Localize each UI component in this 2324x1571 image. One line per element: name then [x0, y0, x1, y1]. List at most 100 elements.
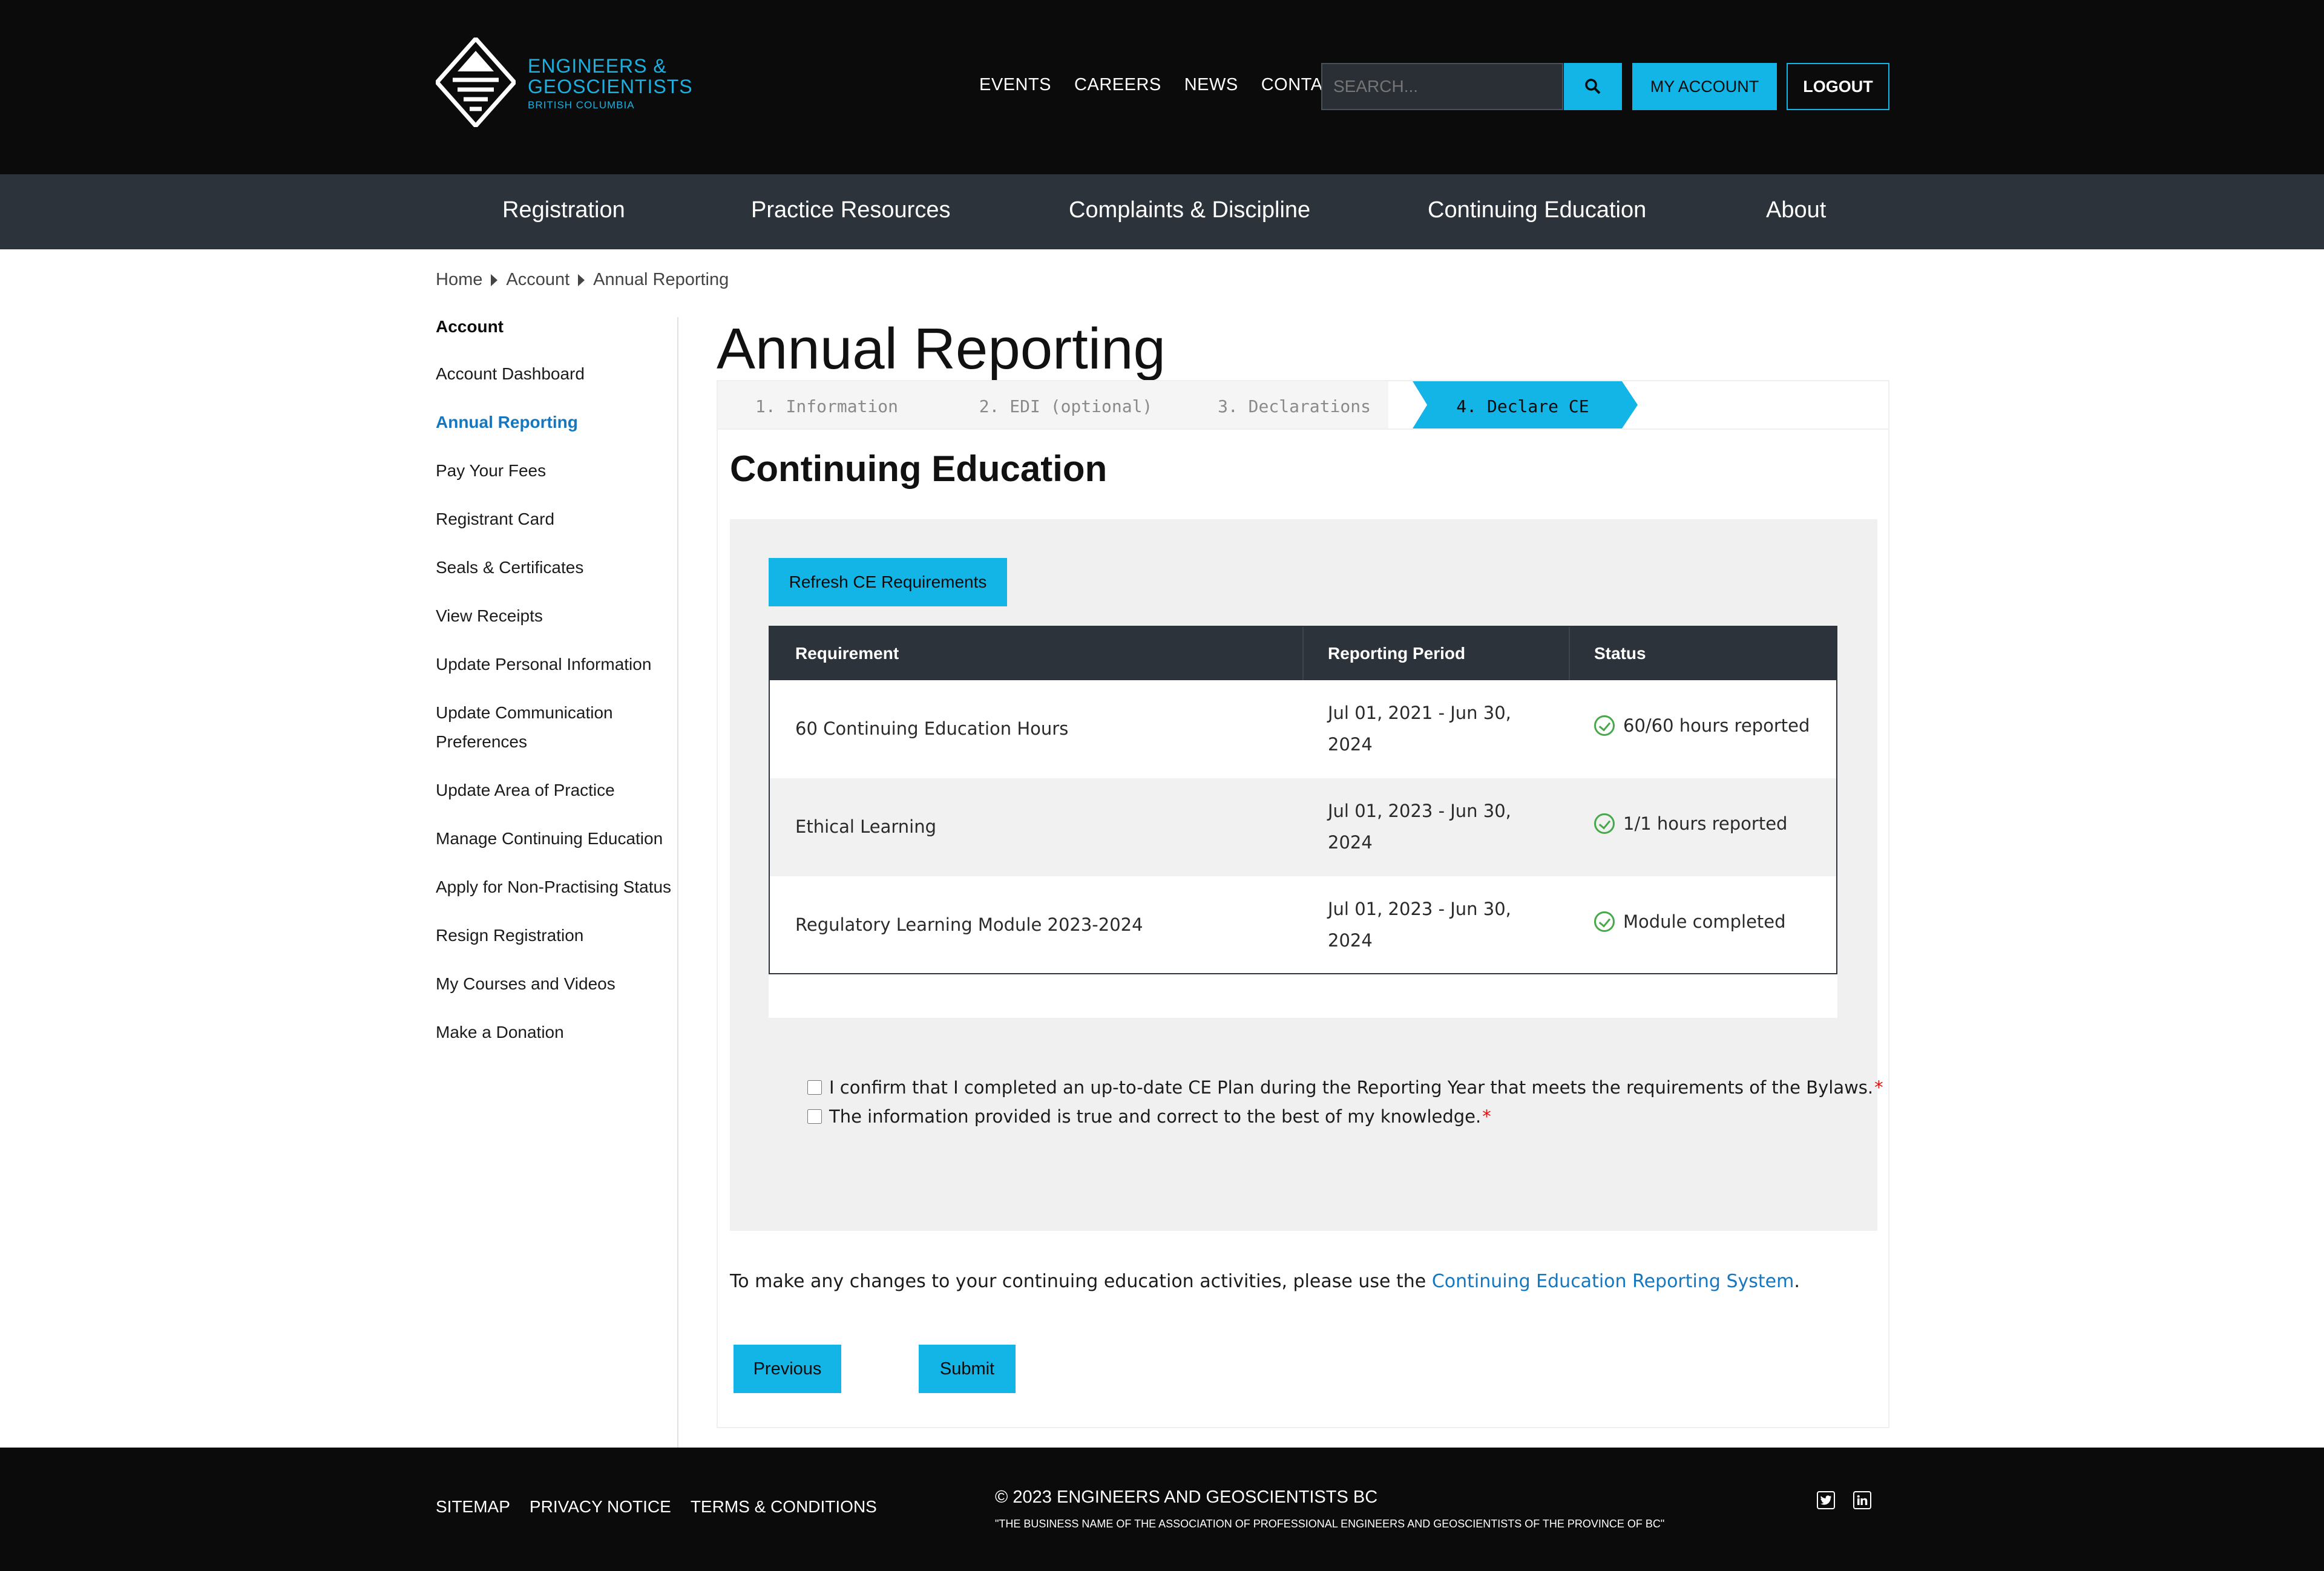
footer-privacy[interactable]: PRIVACY NOTICE [530, 1497, 671, 1517]
top-header: ENGINEERS & GEOSCIENTISTS BRITISH COLUMB… [0, 0, 2324, 174]
col-reporting-period: Reporting Period [1328, 644, 1466, 663]
nav-careers[interactable]: CAREERS [1074, 75, 1161, 95]
logo-line-3: BRITISH COLUMBIA [528, 99, 635, 111]
copyright: © 2023 ENGINEERS AND GEOSCIENTISTS BC [995, 1487, 1378, 1507]
egbc-logo[interactable]: ENGINEERS & GEOSCIENTISTS BRITISH COLUMB… [436, 38, 692, 128]
step-edi[interactable]: 2. EDI (optional) [954, 382, 1178, 430]
period-line-2: 2024 [1328, 734, 1373, 755]
sidebar-item-area-of-practice[interactable]: Update Area of Practice [436, 776, 678, 805]
required-mark: * [1874, 1077, 1883, 1098]
confirm-info-true-checkbox[interactable] [807, 1109, 822, 1124]
sidebar-item-update-personal-info[interactable]: Update Personal Information [436, 650, 678, 679]
status-text: Module completed [1623, 911, 1786, 932]
section-title: Continuing Education [730, 448, 1108, 489]
sidebar-item-resign[interactable]: Resign Registration [436, 921, 678, 950]
linkedin-glyph [1857, 1495, 1868, 1505]
period-line-2: 2024 [1328, 930, 1373, 951]
check-circle-icon [1594, 911, 1615, 932]
confirm-info-true[interactable]: The information provided is true and cor… [807, 1106, 1491, 1127]
status-text: 60/60 hours reported [1623, 715, 1810, 736]
search-button[interactable] [1564, 63, 1622, 110]
progress-steps: 1. Information 2. EDI (optional) 3. Decl… [717, 380, 1889, 430]
search-input[interactable] [1321, 63, 1563, 110]
footer-sitemap[interactable]: SITEMAP [436, 1497, 510, 1517]
my-account-button[interactable]: MY ACCOUNT [1632, 63, 1777, 110]
step-declarations[interactable]: 3. Declarations [1190, 382, 1399, 430]
requirement-cell: Regulatory Learning Module 2023-2024 [795, 914, 1143, 935]
footer-links: SITEMAP PRIVACY NOTICE TERMS & CONDITION… [436, 1497, 877, 1517]
status-cell: Module completed [1594, 911, 1786, 932]
submit-button[interactable]: Submit [919, 1345, 1016, 1393]
main-nav: Registration Practice Resources Complain… [0, 174, 2324, 249]
sidebar-item-seals-certificates[interactable]: Seals & Certificates [436, 553, 678, 582]
sidebar-item-account-dashboard[interactable]: Account Dashboard [436, 359, 678, 389]
page-title: Annual Reporting [717, 316, 1166, 381]
nav-events[interactable]: EVENTS [979, 75, 1051, 95]
chevron-right-icon [491, 274, 498, 286]
confirm-info-true-text: The information provided is true and cor… [829, 1106, 1482, 1127]
requirement-cell: 60 Continuing Education Hours [795, 718, 1069, 739]
footer-tagline: "THE BUSINESS NAME OF THE ASSOCIATION OF… [995, 1518, 1665, 1530]
sidebar-item-annual-reporting[interactable]: Annual Reporting [436, 408, 678, 437]
logo-diamond-icon [436, 38, 516, 127]
breadcrumb-account[interactable]: Account [506, 270, 570, 290]
status-cell: 1/1 hours reported [1594, 813, 1787, 834]
logo-line-1: ENGINEERS & [528, 55, 667, 77]
table-row: Ethical Learning Jul 01, 2023 - Jun 30, 2… [770, 778, 1836, 876]
column-divider [1302, 627, 1304, 680]
search-icon [1585, 79, 1601, 94]
sidebar-item-non-practising[interactable]: Apply for Non-Practising Status [436, 873, 678, 902]
mainnav-complaints-discipline[interactable]: Complaints & Discipline [1069, 197, 1310, 223]
ce-changes-note: To make any changes to your continuing e… [730, 1271, 1800, 1292]
table-row: Regulatory Learning Module 2023-2024 Jul… [770, 876, 1836, 974]
sidebar-item-manage-ce[interactable]: Manage Continuing Education [436, 824, 678, 853]
status-cell: 60/60 hours reported [1594, 715, 1810, 736]
note-suffix: . [1794, 1271, 1800, 1292]
confirm-ce-plan[interactable]: I confirm that I completed an up-to-date… [807, 1077, 1883, 1098]
breadcrumb-home[interactable]: Home [436, 270, 482, 290]
sidebar-item-view-receipts[interactable]: View Receipts [436, 602, 678, 631]
sidebar-item-registrant-card[interactable]: Registrant Card [436, 505, 678, 534]
confirm-ce-plan-text: I confirm that I completed an up-to-date… [829, 1077, 1874, 1098]
period-line-1: Jul 01, 2023 - Jun 30, [1328, 801, 1511, 821]
confirm-ce-plan-checkbox[interactable] [807, 1080, 822, 1095]
step-declare-ce[interactable]: 4. Declare CE [1420, 382, 1626, 430]
site-footer: SITEMAP PRIVACY NOTICE TERMS & CONDITION… [0, 1448, 2324, 1571]
breadcrumb: Home Account Annual Reporting [436, 270, 729, 290]
step-information[interactable]: 1. Information [718, 382, 936, 430]
requirement-cell: Ethical Learning [795, 816, 937, 837]
ce-requirements-table: Requirement Reporting Period Status 60 C… [769, 626, 1837, 974]
sidebar-item-courses-videos[interactable]: My Courses and Videos [436, 969, 678, 999]
period-cell: Jul 01, 2023 - Jun 30, 2024 [1328, 893, 1511, 956]
account-sidebar: Account Account Dashboard Annual Reporti… [436, 317, 678, 1066]
check-circle-icon [1594, 715, 1615, 736]
previous-button[interactable]: Previous [734, 1345, 841, 1393]
column-divider [1569, 627, 1570, 680]
refresh-ce-button[interactable]: Refresh CE Requirements [769, 558, 1007, 606]
nav-news[interactable]: NEWS [1184, 75, 1238, 95]
mainnav-practice-resources[interactable]: Practice Resources [751, 197, 950, 223]
sidebar-heading: Account [436, 317, 504, 336]
ce-reporting-system-link[interactable]: Continuing Education Reporting System [1432, 1271, 1794, 1292]
period-cell: Jul 01, 2023 - Jun 30, 2024 [1328, 795, 1511, 858]
period-line-1: Jul 01, 2021 - Jun 30, [1328, 703, 1511, 723]
linkedin-icon[interactable] [1853, 1491, 1871, 1509]
utility-nav: EVENTS CAREERS NEWS CONTACT [979, 75, 1347, 95]
chevron-right-icon [578, 274, 585, 286]
sidebar-item-communication-prefs[interactable]: Update Communication Preferences [436, 698, 678, 756]
table-footer-bar [769, 974, 1837, 1018]
logo-line-2: GEOSCIENTISTS [528, 76, 693, 97]
twitter-icon[interactable] [1817, 1491, 1835, 1509]
note-prefix: To make any changes to your continuing e… [730, 1271, 1432, 1292]
sidebar-item-donation[interactable]: Make a Donation [436, 1018, 678, 1047]
mainnav-about[interactable]: About [1766, 197, 1826, 223]
period-line-1: Jul 01, 2023 - Jun 30, [1328, 899, 1511, 919]
mainnav-continuing-education[interactable]: Continuing Education [1428, 197, 1646, 223]
sidebar-divider [677, 317, 678, 1449]
required-mark: * [1482, 1106, 1491, 1127]
logout-button[interactable]: LOGOUT [1787, 63, 1889, 110]
sidebar-item-pay-fees[interactable]: Pay Your Fees [436, 456, 678, 485]
footer-terms[interactable]: TERMS & CONDITIONS [691, 1497, 877, 1517]
period-line-2: 2024 [1328, 832, 1373, 853]
mainnav-registration[interactable]: Registration [502, 197, 625, 223]
